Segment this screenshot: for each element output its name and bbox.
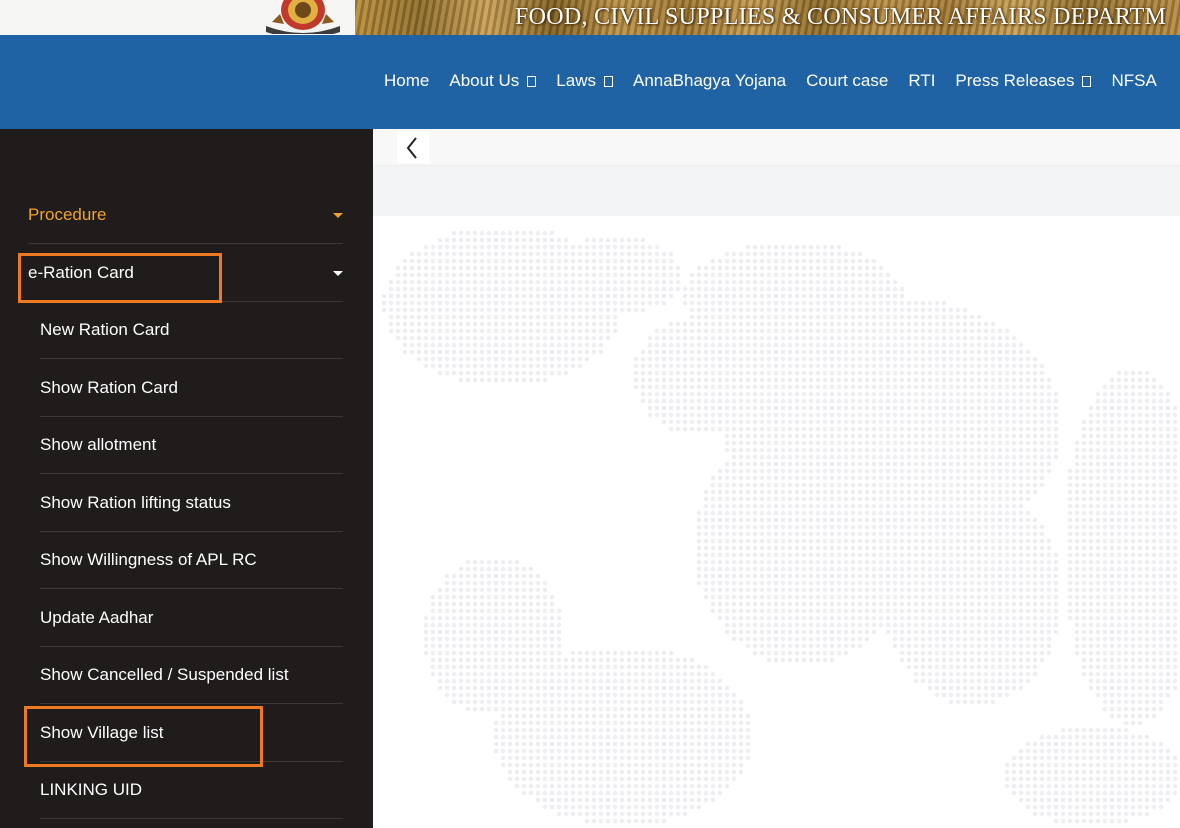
caret-down-icon xyxy=(333,271,343,276)
nav-item-press-releases[interactable]: Press Releases xyxy=(955,71,1092,91)
nav-item-label: Laws xyxy=(556,71,596,90)
nav-item-label: About Us xyxy=(449,71,520,90)
sidebar-item-label: e-Ration Card xyxy=(28,263,134,282)
sidebar-subitem-show-allotment[interactable]: Show allotment xyxy=(40,417,343,474)
nav-item-label: RTI xyxy=(908,71,936,90)
sidebar-subitem-label: Show Willingness of APL RC xyxy=(40,550,257,569)
sidebar-item-e-ration-card[interactable]: e-Ration Card xyxy=(28,245,343,302)
nav-item-home[interactable]: Home xyxy=(384,71,429,91)
main-navbar: Home About Us Laws AnnaBhagya Yojana Cou… xyxy=(0,35,1180,129)
sidebar-subitem-label: Show Ration lifting status xyxy=(40,493,231,512)
sidebar-item-procedure[interactable]: Procedure xyxy=(28,187,343,244)
world-map-background xyxy=(373,216,1180,828)
nav-item-label: NFSA xyxy=(1111,71,1157,90)
nav-item-laws[interactable]: Laws xyxy=(556,71,613,91)
nav-item-label: Home xyxy=(384,71,430,90)
nav-item-court-case[interactable]: Court case xyxy=(806,71,888,91)
sidebar-subitem-show-ration-lifting-status[interactable]: Show Ration lifting status xyxy=(40,475,343,532)
nav-item-annabhagya-yojana[interactable]: AnnaBhagya Yojana xyxy=(633,71,786,91)
dotted-world-map-image xyxy=(381,230,1178,824)
sidebar-subitem-show-cancelled-suspended-list[interactable]: Show Cancelled / Suspended list xyxy=(40,647,343,704)
dropdown-icon xyxy=(603,75,613,87)
sidebar-subitem-new-ration-card[interactable]: New Ration Card xyxy=(40,302,343,359)
sidebar-subitem-label: Show Village list xyxy=(40,723,164,742)
nav-item-nfsa[interactable]: NFSA xyxy=(1111,71,1156,91)
back-button[interactable] xyxy=(397,131,429,163)
sidebar-subitem-show-ration-card[interactable]: Show Ration Card xyxy=(40,360,343,417)
state-emblem-logo xyxy=(262,0,344,35)
nav-item-label: AnnaBhagya Yojana xyxy=(632,71,787,90)
nav-item-label: Press Releases xyxy=(955,71,1075,90)
header-banner: FOOD, CIVIL SUPPLIES & CONSUMER AFFAIRS … xyxy=(0,0,1180,35)
sidebar-item-label: Procedure xyxy=(28,205,107,224)
sidebar-subitem-label: Show Cancelled / Suspended list xyxy=(40,665,289,684)
sidebar: Procedure e-Ration Card New Ration Card … xyxy=(0,129,373,828)
chevron-left-icon xyxy=(406,137,417,159)
main-content xyxy=(373,129,1180,828)
nav-menu: Home About Us Laws AnnaBhagya Yojana Cou… xyxy=(384,71,1177,91)
nav-item-label: Court case xyxy=(806,71,889,90)
sidebar-subitem-label: LINKING UID xyxy=(40,780,143,799)
sidebar-subitem-show-village-list[interactable]: Show Village list xyxy=(40,705,343,762)
sidebar-subitem-show-willingness-apl-rc[interactable]: Show Willingness of APL RC xyxy=(40,532,343,589)
nav-item-about-us[interactable]: About Us xyxy=(449,71,537,91)
sidebar-subitem-label: Update Aadhar xyxy=(40,608,154,627)
content-toolbar xyxy=(373,129,1180,166)
dropdown-icon xyxy=(1082,75,1092,87)
content-header-band xyxy=(373,166,1180,216)
department-title: FOOD, CIVIL SUPPLIES & CONSUMER AFFAIRS … xyxy=(515,4,1167,30)
nav-item-rti[interactable]: RTI xyxy=(908,71,935,91)
sidebar-subitem-label: New Ration Card xyxy=(40,320,170,339)
sidebar-subitem-label: Show allotment xyxy=(40,435,157,454)
sidebar-subitem-update-aadhar[interactable]: Update Aadhar xyxy=(40,590,343,647)
caret-down-icon xyxy=(333,213,343,218)
sidebar-subitem-linking-uid[interactable]: LINKING UID xyxy=(40,762,343,819)
sidebar-subitem-label: Show Ration Card xyxy=(40,378,178,397)
dropdown-icon xyxy=(527,75,537,87)
